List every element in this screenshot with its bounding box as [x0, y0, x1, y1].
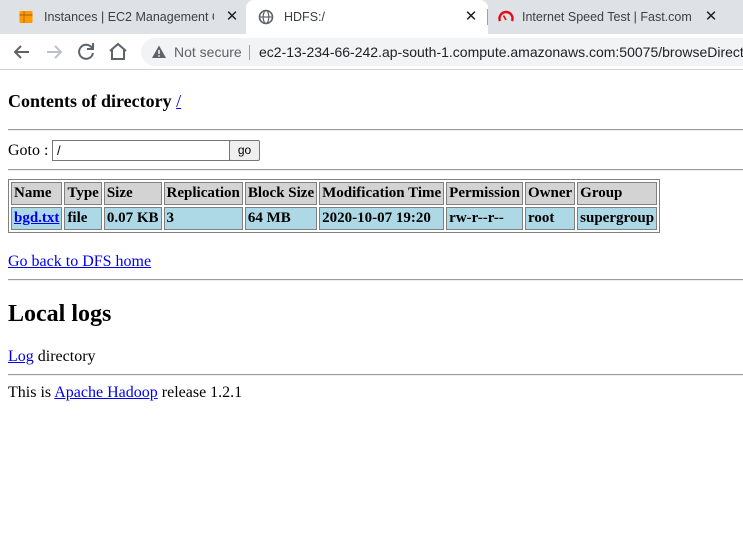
divider [8, 374, 743, 376]
go-button[interactable]: go [229, 140, 260, 161]
table-row: bgd.txt file 0.07 KB 3 64 MB 2020-10-07 … [11, 207, 658, 230]
goto-input[interactable] [52, 140, 230, 161]
tab-ec2-instances[interactable]: Instances | EC2 Management Con ✕ [0, 0, 246, 34]
column-header-permission: Permission [446, 182, 523, 205]
warning-icon[interactable] [151, 44, 167, 60]
root-directory-link[interactable]: / [176, 91, 181, 111]
address-bar[interactable]: Not secure ec2-13-234-66-242.ap-south-1.… [141, 38, 743, 66]
home-icon[interactable] [106, 40, 130, 64]
security-label[interactable]: Not secure [174, 45, 242, 59]
table-header-row: Name Type Size Replication Block Size Mo… [11, 182, 658, 205]
cell-owner: root [524, 207, 576, 230]
tab-fast-com[interactable]: Internet Speed Test | Fast.com ✕ [488, 0, 743, 34]
column-header-modification-time: Modification Time [319, 182, 445, 205]
column-header-type: Type [64, 182, 102, 205]
cell-permission: rw-r--r-- [446, 207, 523, 230]
page-title: Contents of directory / [8, 91, 181, 112]
log-line: Log directory [8, 348, 96, 366]
log-suffix: directory [37, 348, 96, 365]
footer-suffix: release 1.2.1 [161, 384, 243, 401]
cell-name: bgd.txt [11, 207, 63, 230]
speedometer-icon [498, 10, 514, 22]
log-link[interactable]: Log [8, 348, 34, 365]
tab-title: Internet Speed Test | Fast.com [522, 10, 692, 24]
goto-label: Goto : [8, 142, 49, 159]
close-tab-icon[interactable]: ✕ [702, 8, 720, 26]
column-header-name: Name [11, 182, 63, 205]
back-arrow-icon[interactable] [10, 40, 34, 64]
column-header-replication: Replication [163, 182, 243, 205]
tab-title: HDFS:/ [284, 10, 325, 24]
cell-block-size: 64 MB [244, 207, 318, 230]
file-link[interactable]: bgd.txt [14, 210, 59, 226]
directory-table: Name Type Size Replication Block Size Mo… [8, 179, 661, 233]
column-header-block-size: Block Size [244, 182, 318, 205]
cell-group: supergroup [577, 207, 658, 230]
cell-modification-time: 2020-10-07 19:20 [319, 207, 445, 230]
address-divider [249, 45, 250, 60]
local-logs-heading: Local logs [8, 301, 112, 327]
dfs-home-link[interactable]: Go back to DFS home [8, 253, 151, 271]
divider [8, 279, 743, 281]
page-title-text: Contents of directory [8, 91, 172, 111]
column-header-owner: Owner [524, 182, 576, 205]
reload-icon[interactable] [74, 40, 98, 64]
footer-prefix: This is [8, 384, 52, 401]
tab-strip: Instances | EC2 Management Con ✕ HDFS:/ … [0, 0, 743, 34]
close-tab-icon[interactable]: ✕ [462, 8, 480, 26]
tab-title: Instances | EC2 Management Con [44, 10, 214, 24]
column-header-group: Group [577, 182, 658, 205]
tab-hdfs[interactable]: HDFS:/ ✕ [246, 0, 488, 34]
divider [8, 169, 743, 171]
cell-replication: 3 [163, 207, 243, 230]
apache-hadoop-link[interactable]: Apache Hadoop [54, 384, 158, 401]
aws-box-icon [19, 11, 33, 23]
close-tab-icon[interactable]: ✕ [223, 8, 241, 26]
cell-type: file [64, 207, 102, 230]
forward-arrow-icon[interactable] [42, 40, 66, 64]
cell-size: 0.07 KB [103, 207, 162, 230]
browser-toolbar: Not secure ec2-13-234-66-242.ap-south-1.… [0, 34, 743, 70]
column-header-size: Size [103, 182, 162, 205]
divider [8, 129, 743, 131]
page-content: Contents of directory / Goto : go Name T… [0, 71, 743, 535]
globe-icon [258, 9, 274, 25]
footer-line: This is Apache Hadoop release 1.2.1 [8, 384, 242, 402]
url-text[interactable]: ec2-13-234-66-242.ap-south-1.compute.ama… [259, 45, 743, 59]
